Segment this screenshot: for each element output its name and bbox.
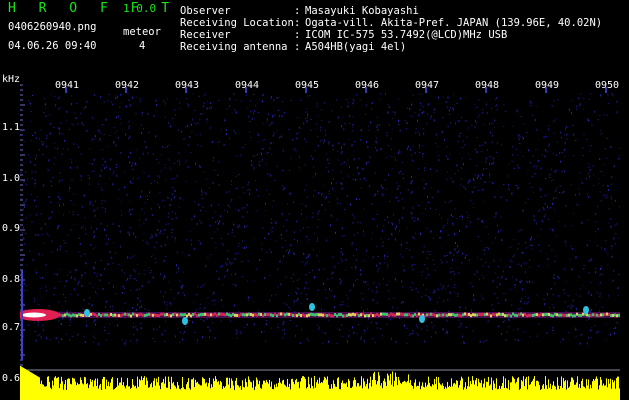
noise-speckle — [20, 93, 620, 345]
spectrogram-canvas — [20, 84, 620, 400]
meteor-count: 4 — [139, 40, 146, 52]
meteor-echo — [419, 315, 425, 323]
y-tick-label: 0.7 — [2, 322, 21, 333]
time-tick-label: 0943 — [175, 80, 200, 91]
y-tick-label: 0.6 — [2, 373, 21, 384]
meteor-echo — [583, 306, 589, 314]
time-tick-label: 0947 — [415, 80, 440, 91]
time-tick-label: 0949 — [535, 80, 560, 91]
y-axis-unit: kHz — [2, 74, 21, 85]
time-tick-label: 0950 — [595, 80, 620, 91]
observer-key: Observer — [180, 5, 231, 17]
meteor-label: meteor — [123, 26, 161, 38]
antenna-value: A504HB(yagi 4el) — [305, 41, 407, 53]
time-tick-label: 0944 — [235, 80, 260, 91]
info-colon: : — [294, 29, 301, 41]
location-value: Ogata-vill. Akita-Pref. JAPAN (139.96E, … — [305, 17, 603, 29]
meteor-echo — [309, 303, 315, 311]
time-tick-label: 0946 — [355, 80, 380, 91]
app-version: 1.0.0 — [123, 2, 157, 15]
header-panel: H R O F F T 1.0.0 0406260940.png 04.06.2… — [0, 0, 629, 74]
antenna-key: Receiving antenna — [180, 41, 288, 53]
receiver-value: ICOM IC-575 53.7492(@LCD)MHz USB — [305, 29, 508, 41]
time-tick-label: 0941 — [55, 80, 80, 91]
location-key: Receiving Location — [180, 17, 294, 29]
time-tick-label: 0942 — [115, 80, 140, 91]
info-colon: : — [294, 41, 301, 53]
time-tick-label: 0948 — [475, 80, 500, 91]
receiver-key: Receiver — [180, 29, 231, 41]
y-tick-label: 0.9 — [2, 223, 21, 234]
time-tick-label: 0945 — [295, 80, 320, 91]
y-tick-label: 1.0 — [2, 173, 21, 184]
meteor-echo — [84, 309, 90, 317]
observer-value: Masayuki Kobayashi — [305, 5, 419, 17]
filename: 0406260940.png — [8, 21, 97, 33]
spectrogram-plot — [20, 75, 620, 400]
y-tick-label: 0.8 — [2, 274, 21, 285]
meteor-echo — [182, 317, 188, 325]
y-tick-label: 1.1 — [2, 122, 21, 133]
info-colon: : — [294, 5, 301, 17]
datetime: 04.06.26 09:40 — [8, 40, 97, 52]
info-colon: : — [294, 17, 301, 29]
activity-histogram — [20, 366, 620, 400]
